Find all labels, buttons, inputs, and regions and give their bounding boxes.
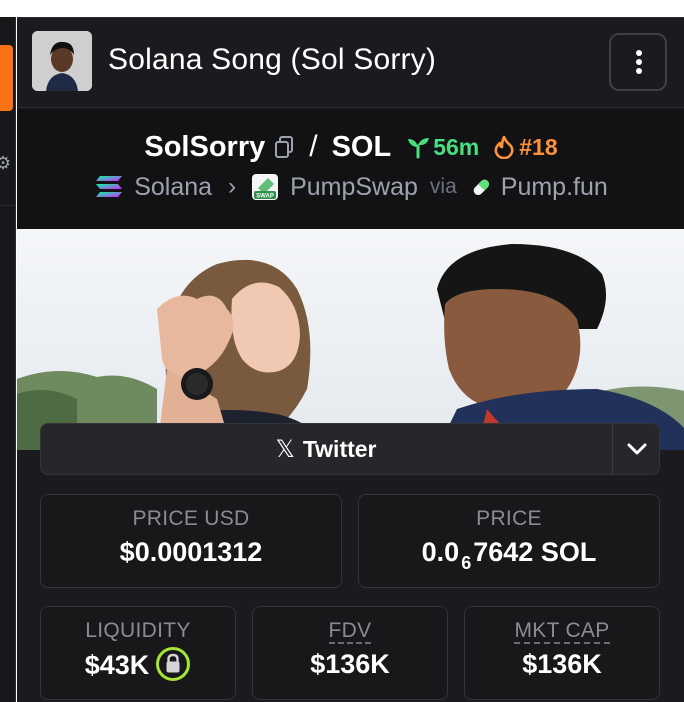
stat-price-usd: PRICE USD $0.0001312 <box>40 494 342 588</box>
rail-divider <box>0 205 15 206</box>
price-prefix: 0.0 <box>421 537 460 567</box>
socials-dropdown-button[interactable] <box>612 424 660 474</box>
stat-label: MKT CAP <box>465 619 659 644</box>
kebab-icon-dot <box>636 59 642 65</box>
kebab-icon-dot <box>636 68 642 74</box>
x-icon: 𝕏 <box>275 435 295 463</box>
pair-info-strip: SolSorry / SOL 56m #18 Solana › SWAP Pum… <box>17 109 684 229</box>
stat-value: $0.0001312 <box>119 537 263 567</box>
solana-icon <box>94 174 124 200</box>
stat-value: $43K <box>41 646 235 685</box>
stat-value: $136K <box>310 649 390 679</box>
stat-liquidity: LIQUIDITY $43K <box>40 606 236 700</box>
stat-price-native: PRICE 0.0 67642 SOL <box>358 494 660 588</box>
trending-rank[interactable]: #18 <box>519 134 557 161</box>
pair-row: SolSorry / SOL 56m #18 <box>17 129 684 165</box>
stat-label: LIQUIDITY <box>85 619 191 642</box>
more-menu-button[interactable] <box>609 33 667 91</box>
stat-label: PRICE <box>476 507 542 530</box>
stat-label: PRICE USD <box>132 507 250 530</box>
fdv-label[interactable]: FDV <box>328 619 372 644</box>
pair-age: 56m <box>433 133 480 160</box>
lock-icon[interactable] <box>155 646 191 682</box>
kebab-icon <box>636 50 642 56</box>
price-digits: 7642 <box>473 537 534 567</box>
stat-fdv: FDV $136K <box>252 606 448 700</box>
chain-row: Solana › SWAP PumpSwap via Pump.fun <box>17 167 684 207</box>
page-title: Solana Song (Sol Sorry) <box>108 43 437 76</box>
socials-bar: 𝕏 Twitter <box>40 423 660 475</box>
stat-label: FDV <box>253 619 447 644</box>
price-unit: SOL <box>540 537 597 567</box>
liquidity-value: $43K <box>84 650 150 681</box>
token-avatar <box>32 31 92 91</box>
svg-text:SWAP: SWAP <box>256 194 274 200</box>
stat-value: $136K <box>522 649 602 679</box>
token-header-bar: Solana Song (Sol Sorry) <box>17 18 684 108</box>
token-banner-image <box>17 229 684 450</box>
rail-active-indicator[interactable] <box>0 45 13 111</box>
chevron-down-icon <box>627 443 646 455</box>
stat-value: 0.0 67642 SOL <box>359 537 659 573</box>
pair-separator: / <box>309 130 318 163</box>
pair-quote-symbol: SOL <box>331 130 392 163</box>
pumpswap-icon: SWAP <box>250 172 280 202</box>
chevron-right-icon: › <box>228 173 237 200</box>
chain-network-link[interactable]: Solana <box>134 173 212 202</box>
fire-icon <box>493 135 515 160</box>
via-label: via <box>429 175 457 198</box>
twitter-button[interactable]: 𝕏 Twitter <box>41 424 611 474</box>
dex-link[interactable]: PumpSwap <box>290 173 418 202</box>
pill-icon <box>469 175 493 199</box>
copy-icon[interactable] <box>273 135 295 159</box>
launchpad-link[interactable]: Pump.fun <box>501 173 608 202</box>
gear-icon[interactable]: ⚙ <box>0 141 14 185</box>
sprout-icon <box>405 135 431 159</box>
pair-base-symbol: SolSorry <box>144 130 266 163</box>
stat-mkt-cap: MKT CAP $136K <box>464 606 660 700</box>
token-panel: Solana Song (Sol Sorry) SolSorry / SOL 5… <box>17 17 684 702</box>
twitter-label: Twitter <box>302 435 377 462</box>
price-sub-zeros: 6 <box>461 553 472 573</box>
mkt-cap-label[interactable]: MKT CAP <box>514 619 610 644</box>
left-rail: ⚙ <box>0 17 16 702</box>
